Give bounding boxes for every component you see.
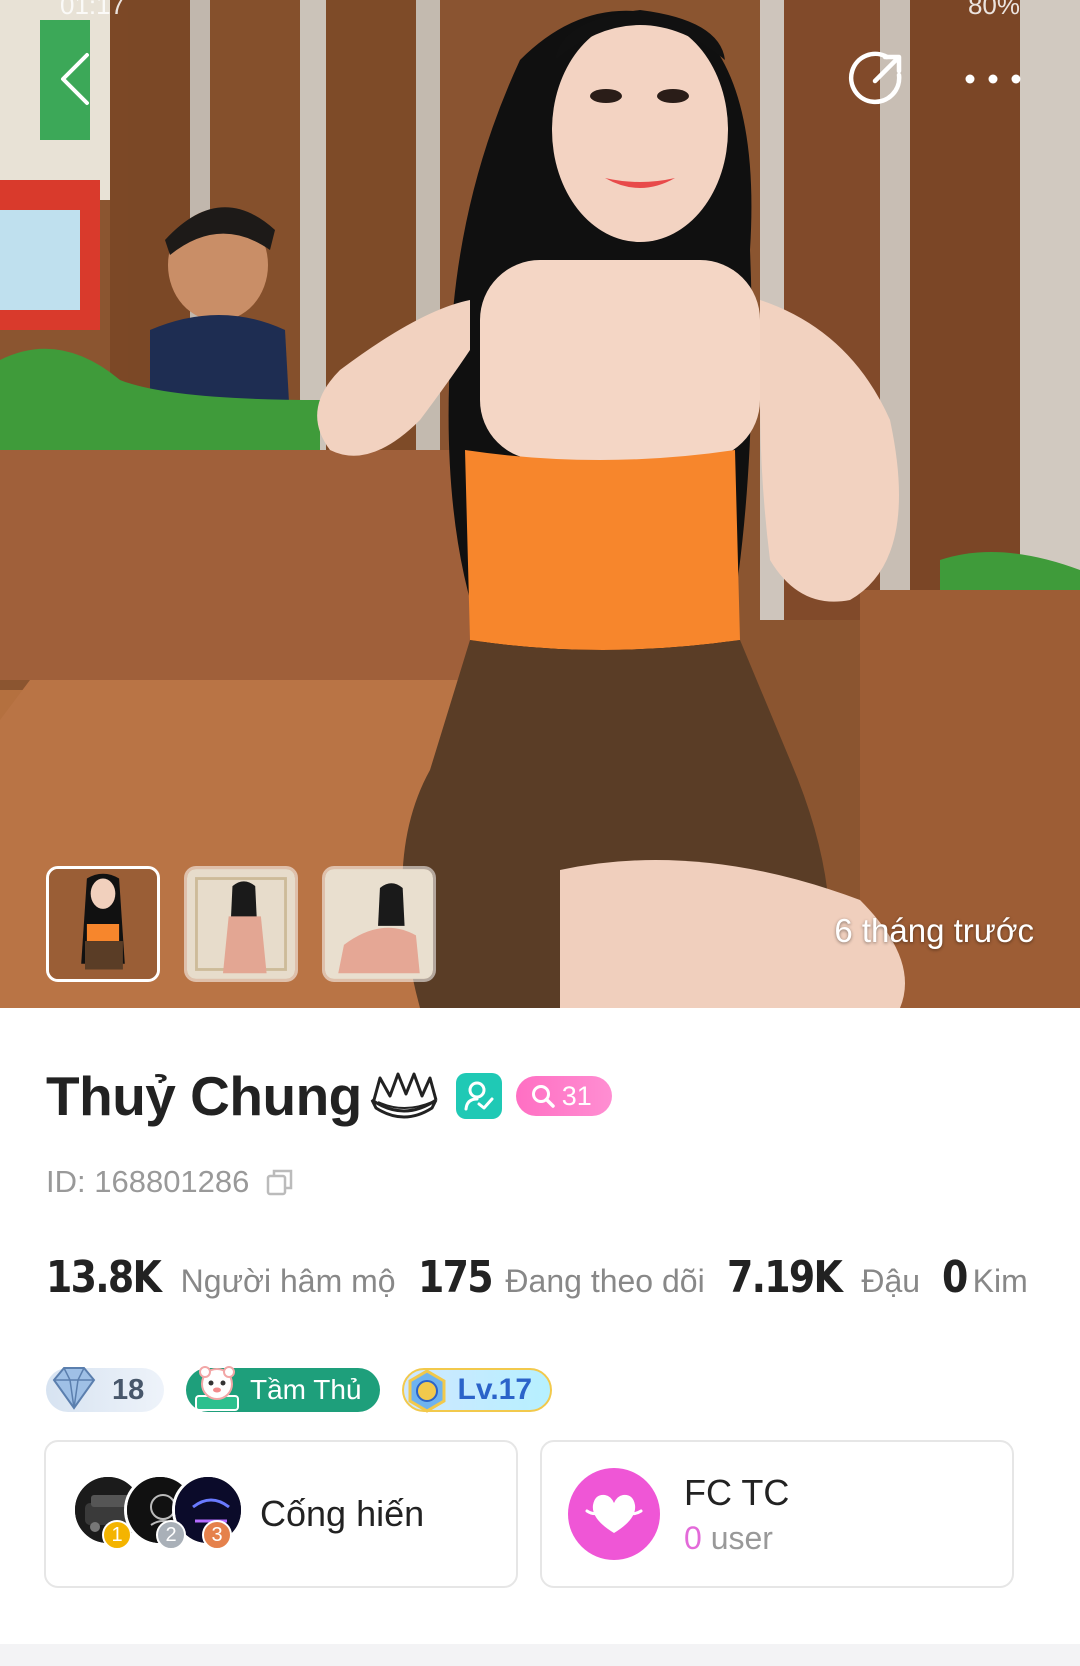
- photo-time-ago: 6 tháng trước: [834, 912, 1034, 949]
- fan-club-heart-icon: [585, 1494, 643, 1533]
- profile-name-row: Thuỷ Chung 31: [46, 1064, 612, 1128]
- crown-emblem-icon: [370, 1072, 438, 1119]
- share-button[interactable]: [842, 44, 912, 114]
- photo-illustration: [0, 0, 1080, 1008]
- diamond-icon: [52, 1367, 96, 1410]
- rank-2-badge: 2: [156, 1520, 186, 1550]
- following-label[interactable]: Đang theo dõi: [505, 1263, 704, 1300]
- contribution-title: Cống hiến: [260, 1493, 425, 1534]
- profile-id: ID: 168801286: [46, 1164, 250, 1199]
- diamonds-label: Kim: [972, 1263, 1028, 1299]
- diamond-badge-value: 18: [112, 1373, 145, 1406]
- thumbnail-image: [187, 869, 295, 979]
- profile-name: Thuỷ Chung: [46, 1065, 362, 1127]
- photo-thumbnails: [46, 866, 436, 982]
- beans-label: Đậu: [861, 1263, 921, 1299]
- profile-id-row: ID: 168801286: [46, 1164, 295, 1200]
- followers-count[interactable]: 13.8K: [46, 1252, 162, 1303]
- section-divider: [0, 1644, 1080, 1666]
- badges-row: 18 Tầm Thủ Lv.17: [46, 1366, 553, 1413]
- status-battery: 80%: [967, 0, 1020, 20]
- following-count[interactable]: 175: [418, 1252, 494, 1303]
- thumbnail-image: [325, 869, 433, 979]
- fan-club-count-row: 0 user: [684, 1520, 789, 1557]
- back-button[interactable]: [40, 44, 110, 114]
- fan-club-text: FC TC 0 user: [684, 1472, 789, 1557]
- thumbnail-1[interactable]: [46, 866, 160, 982]
- status-bar: 01:17 80%: [0, 0, 1080, 20]
- user-level-badge[interactable]: 31: [515, 1076, 612, 1116]
- diamond-badge[interactable]: 18: [46, 1367, 164, 1412]
- thumbnail-image: [49, 869, 157, 979]
- fan-club-unit: user: [710, 1519, 773, 1556]
- search-level-icon: [531, 1085, 555, 1108]
- thumbnail-3[interactable]: [322, 866, 436, 982]
- more-button[interactable]: [958, 44, 1028, 114]
- title-badge-label: Tầm Thủ: [250, 1374, 362, 1405]
- wealth-level-badge[interactable]: Lv.17: [401, 1368, 553, 1413]
- profile-photo[interactable]: 01:17 80% 6 tháng trước: [0, 0, 1080, 1008]
- share-icon: [849, 51, 902, 105]
- fan-club-count: 0: [684, 1519, 702, 1556]
- contribution-card[interactable]: 1 2 3 Cống hiến: [44, 1440, 518, 1588]
- title-badge[interactable]: Tầm Thủ: [186, 1366, 380, 1412]
- profile-stats: 13.8K Người hâm mộ 175 Đang theo dõi 7.1…: [46, 1252, 1050, 1303]
- profile-cards: 1 2 3 Cống hiến FC TC 0 user: [44, 1440, 1014, 1588]
- mascot-icon: [195, 1366, 239, 1411]
- rank-3-badge: 3: [202, 1520, 232, 1550]
- level-medal-icon: [408, 1369, 446, 1413]
- beans-count: 7.19K: [726, 1252, 843, 1303]
- diamonds-count: 0: [942, 1252, 968, 1303]
- rank-1-badge: 1: [102, 1520, 132, 1550]
- followers-label[interactable]: Người hâm mộ: [181, 1263, 396, 1300]
- chevron-left-icon: [61, 53, 89, 105]
- status-time: 01:17: [60, 0, 126, 20]
- verified-badge[interactable]: [455, 1073, 502, 1119]
- wealth-level-value: Lv.17: [457, 1373, 533, 1406]
- more-dots-icon: [965, 74, 1021, 84]
- top-contributors: 1 2 3: [72, 1474, 244, 1554]
- fan-club-card[interactable]: FC TC 0 user: [540, 1440, 1014, 1588]
- thumbnail-2[interactable]: [184, 866, 298, 982]
- copy-icon[interactable]: [265, 1167, 295, 1197]
- verified-user-icon: [464, 1081, 494, 1111]
- fan-club-name: FC TC: [684, 1471, 790, 1513]
- fan-club-icon-wrap: [568, 1468, 660, 1560]
- user-level-value: 31: [561, 1080, 592, 1111]
